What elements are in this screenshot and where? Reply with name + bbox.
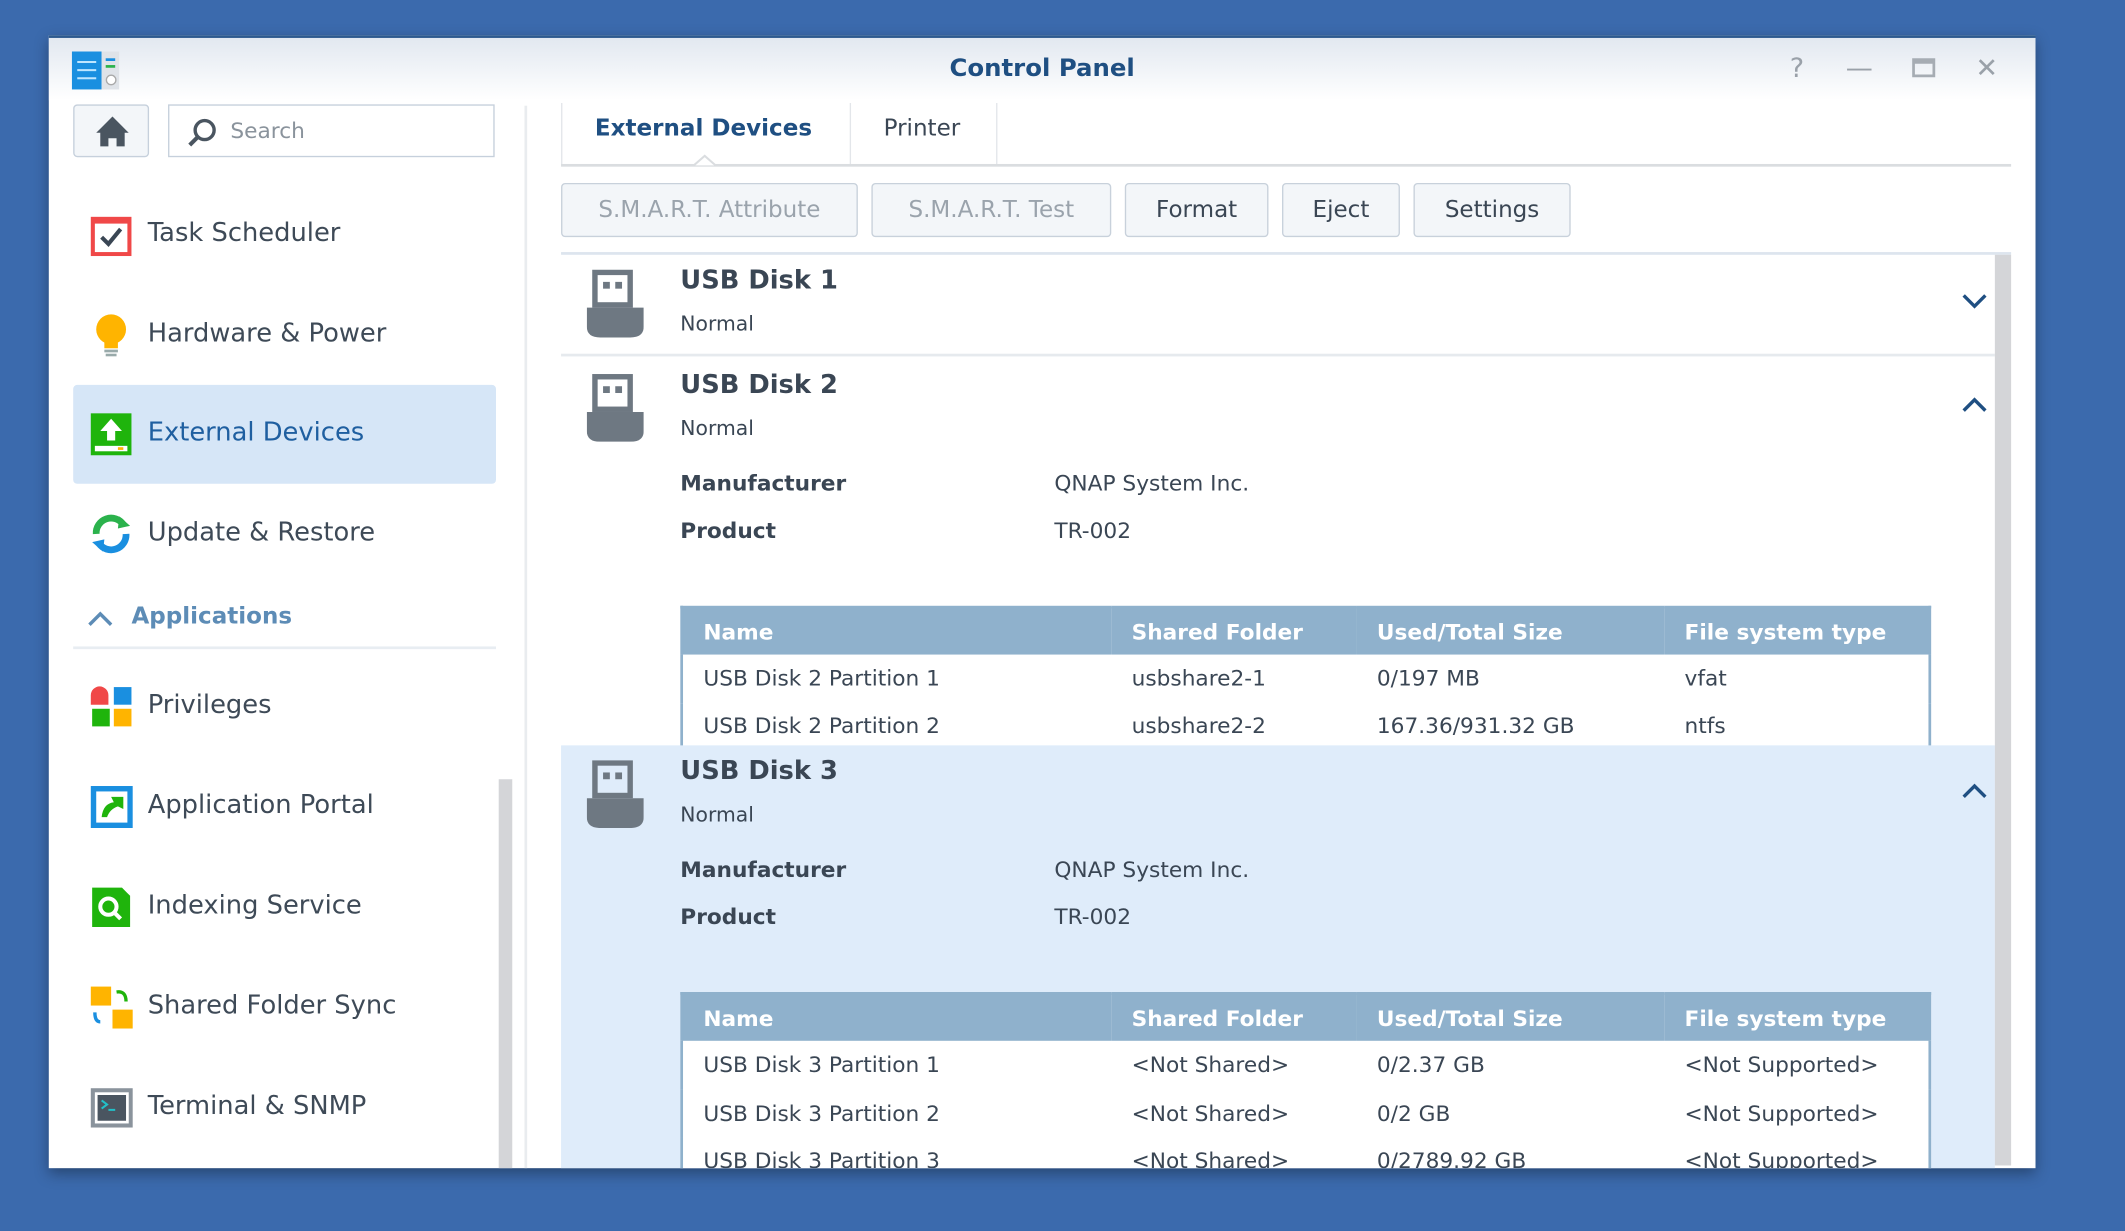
sidebar-item-external-devices[interactable]: External Devices	[73, 384, 497, 484]
partition-table: Name Shared Folder Used/Total Size File sys…	[680, 605, 1932, 753]
table-cell: usbshare2-1	[1131, 665, 1266, 692]
table-cell: <Not Shared>	[1131, 1147, 1290, 1169]
smart-test-button[interactable]: S.M.A.R.T. Test	[871, 182, 1112, 238]
table-cell: 0/2789.92 GB	[1376, 1147, 1527, 1169]
table-cell: <Not Supported>	[1684, 1147, 1879, 1169]
tab-underline	[561, 163, 2012, 167]
window-title: Control Panel	[949, 54, 1135, 83]
tab-printer[interactable]: Printer	[851, 102, 998, 166]
refresh-icon	[92, 514, 131, 554]
table-cell: <Not Supported>	[1684, 1051, 1879, 1078]
usb-drive-icon	[586, 760, 644, 829]
chevron-up-icon	[88, 611, 113, 626]
minimize-icon[interactable]: —	[1843, 51, 1876, 84]
table-cell: 0/197 MB	[1376, 665, 1480, 692]
table-cell: <Not Shared>	[1131, 1051, 1290, 1078]
external-device-icon	[90, 413, 132, 456]
chevron-up-icon[interactable]	[1961, 782, 1988, 801]
sidebar-item-indexing-service[interactable]: Indexing Service	[73, 858, 496, 957]
maximize-icon[interactable]	[1907, 51, 1940, 84]
table-cell: USB Disk 3 Partition 1	[703, 1051, 940, 1078]
table-cell: 0/2 GB	[1376, 1100, 1451, 1126]
folder-sync-icon	[90, 986, 133, 1029]
disk-item-usb-disk-2[interactable]: USB Disk 2 Normal Manufacturer QNAP Syste…	[561, 359, 1995, 753]
sidebar-item-terminal-snmp[interactable]: Terminal & SNMP	[73, 1058, 496, 1157]
manufacturer-value: QNAP System Inc.	[1054, 856, 1250, 883]
sidebar-scrollbar[interactable]	[498, 779, 513, 1169]
table-cell: 0/2.37 GB	[1376, 1051, 1485, 1078]
portal-icon	[90, 786, 133, 829]
search-placeholder: Search	[230, 117, 305, 144]
table-header: Name Shared Folder Used/Total Size File sys…	[681, 993, 1930, 1041]
home-button[interactable]	[73, 104, 150, 158]
chevron-up-icon[interactable]	[1961, 396, 1988, 415]
table-cell: usbshare2-2	[1131, 713, 1266, 739]
disk-name: USB Disk 1	[680, 265, 838, 296]
smart-attribute-button[interactable]: S.M.A.R.T. Attribute	[561, 182, 858, 238]
manufacturer-value: QNAP System Inc.	[1054, 470, 1250, 497]
sidebar-item-application-portal[interactable]: Application Portal	[73, 758, 496, 857]
disk-name: USB Disk 3	[680, 756, 838, 787]
control-panel-window: Control Panel ? — ✕ Search Task Schedule…	[48, 35, 2036, 1169]
table-row[interactable]: USB Disk 2 Partition 2 usbshare2-2 167.36/…	[682, 703, 1930, 751]
disk-status: Normal	[680, 416, 754, 441]
table-row[interactable]: USB Disk 3 Partition 1 <Not Shared> 0/2.37…	[682, 1041, 1930, 1089]
table-cell: USB Disk 3 Partition 3	[703, 1147, 940, 1169]
search-icon	[188, 118, 216, 147]
list-scrollbar[interactable]	[1994, 254, 2012, 1166]
table-cell: vfat	[1684, 665, 1727, 692]
lightbulb-icon	[96, 314, 127, 357]
table-header: Name Shared Folder Used/Total Size File sys…	[681, 607, 1930, 655]
sidebar-item-hardware-power[interactable]: Hardware & Power	[73, 286, 496, 385]
disk-item-usb-disk-3[interactable]: USB Disk 3 Normal Manufacturer QNAP Syste…	[561, 745, 1995, 1169]
eject-button[interactable]: Eject	[1282, 182, 1400, 238]
sidebar-item-update-restore[interactable]: Update & Restore	[73, 485, 496, 584]
table-row[interactable]: USB Disk 2 Partition 1 usbshare2-1 0/197 M…	[682, 655, 1930, 703]
active-tab-notch	[693, 154, 716, 167]
usb-drive-icon	[586, 269, 644, 338]
table-cell: <Not Shared>	[1131, 1100, 1290, 1126]
disk-status: Normal	[680, 311, 754, 337]
chevron-down-icon[interactable]	[1961, 291, 1988, 310]
terminal-icon	[90, 1088, 133, 1128]
disk-item-usb-disk-1[interactable]: USB Disk 1 Normal	[561, 255, 1995, 357]
table-row[interactable]: USB Disk 3 Partition 2 <Not Shared> 0/2 GB…	[682, 1089, 1930, 1137]
sidebar-item-privileges[interactable]: Privileges	[73, 657, 496, 756]
panel-divider	[524, 105, 528, 1169]
settings-button[interactable]: Settings	[1413, 182, 1571, 238]
format-button[interactable]: Format	[1124, 182, 1269, 238]
disk-status: Normal	[680, 802, 754, 827]
table-row[interactable]: USB Disk 3 Partition 3 <Not Shared> 0/2789…	[682, 1137, 1930, 1169]
table-cell: <Not Supported>	[1684, 1100, 1879, 1126]
applications-section-header[interactable]: Applications	[73, 599, 497, 650]
sidebar-item-shared-folder-sync[interactable]: Shared Folder Sync	[73, 958, 496, 1057]
product-value: TR-002	[1054, 903, 1131, 930]
help-icon[interactable]: ?	[1781, 51, 1814, 84]
indexing-icon	[92, 887, 131, 927]
search-input[interactable]: Search	[168, 104, 495, 158]
close-icon[interactable]: ✕	[1970, 51, 2003, 84]
table-cell: 167.36/931.32 GB	[1376, 713, 1575, 739]
title-bar[interactable]: Control Panel ? — ✕	[48, 37, 2036, 101]
usb-drive-icon	[586, 374, 644, 442]
partition-table: Name Shared Folder Used/Total Size File sys…	[680, 992, 1932, 1169]
table-cell: ntfs	[1684, 713, 1726, 739]
table-cell: USB Disk 2 Partition 1	[703, 665, 940, 692]
table-cell: USB Disk 3 Partition 2	[703, 1100, 940, 1126]
table-cell: USB Disk 2 Partition 2	[703, 713, 940, 739]
privileges-icon	[90, 686, 132, 727]
calendar-check-icon	[90, 216, 132, 257]
sidebar-item-task-scheduler[interactable]: Task Scheduler	[73, 186, 496, 285]
disk-name: USB Disk 2	[680, 369, 838, 400]
home-icon	[96, 116, 129, 147]
product-value: TR-002	[1054, 517, 1131, 544]
